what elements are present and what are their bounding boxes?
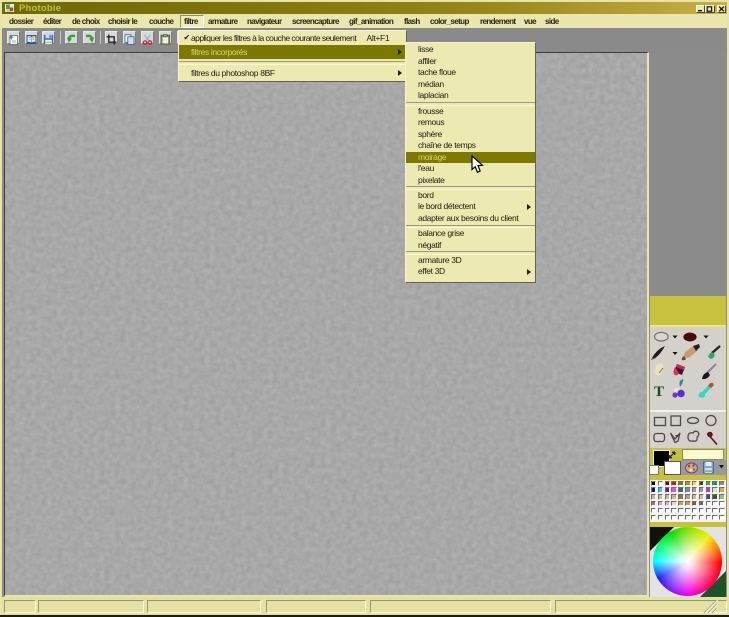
svg-text:T: T <box>654 384 664 400</box>
